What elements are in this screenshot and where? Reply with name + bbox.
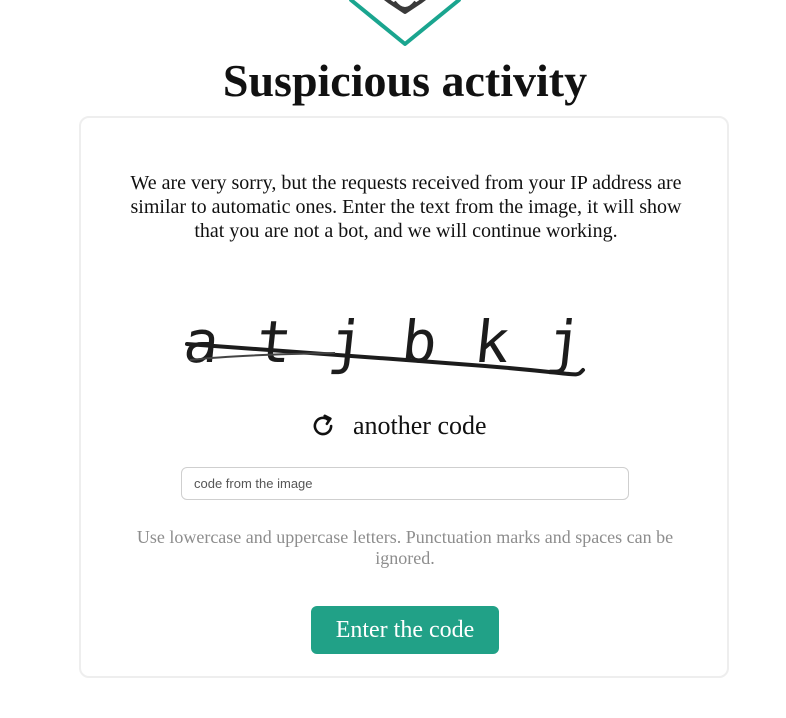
shield-logo-icon <box>349 0 461 46</box>
page-title: Suspicious activity <box>222 55 588 106</box>
captcha-image: atjbkj <box>185 308 592 377</box>
intro-text: We are very sorry, but the requests rece… <box>130 172 682 242</box>
page: Suspicious activity We are very sorry, b… <box>0 0 786 718</box>
another-code-label: another code <box>353 411 487 440</box>
code-input[interactable] <box>181 467 629 500</box>
another-code-button[interactable]: another code <box>310 408 487 444</box>
captcha-text: atjbkj <box>185 308 592 376</box>
enter-code-button[interactable]: Enter the code <box>311 606 499 654</box>
refresh-icon <box>313 414 333 436</box>
hint-text: Use lowercase and uppercase letters. Pun… <box>136 527 674 568</box>
